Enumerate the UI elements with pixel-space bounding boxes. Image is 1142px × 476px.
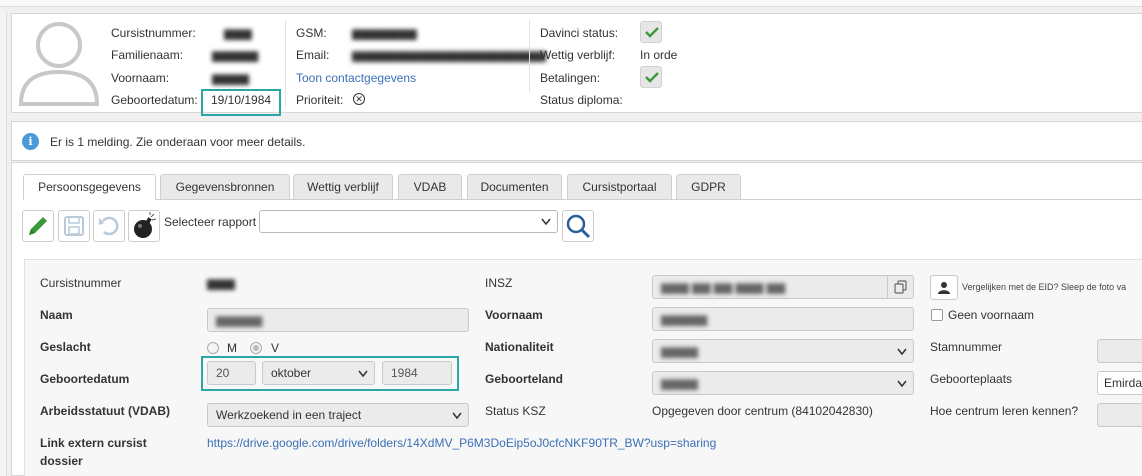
label-stamnummer: Stamnummer bbox=[930, 340, 1003, 354]
header-divider bbox=[529, 20, 530, 92]
header-divider bbox=[285, 20, 286, 106]
label-cursistnummer: Cursistnummer: bbox=[111, 26, 196, 40]
geslacht-radio-v[interactable] bbox=[250, 342, 262, 354]
value-status-ksz: Opgegeven door centrum (84102042830) bbox=[652, 404, 873, 418]
id-person-icon bbox=[938, 282, 950, 294]
value-gsm-redacted: ▆▆▆▆▆▆▆ bbox=[352, 26, 417, 40]
eid-compare-text: Vergelijken met de EID? Sleep de foto va bbox=[962, 282, 1127, 292]
save-button[interactable] bbox=[58, 210, 90, 242]
geboortedatum-highlight bbox=[201, 89, 281, 116]
chevron-down-icon bbox=[897, 380, 907, 388]
label-status-diploma: Status diploma: bbox=[540, 93, 623, 107]
label-gsm: GSM: bbox=[296, 26, 327, 40]
davinci-check-icon bbox=[640, 21, 662, 43]
edit-button[interactable] bbox=[22, 210, 54, 242]
value-email-redacted: ▆▆▆▆▆▆▆▆▆▆▆▆▆▆▆▆▆▆▆▆▆ bbox=[352, 48, 546, 62]
tab-vdab[interactable]: VDAB bbox=[398, 174, 462, 200]
label-wettig-verblijf: Wettig verblijf: bbox=[540, 48, 616, 62]
rapport-select[interactable] bbox=[259, 210, 558, 233]
label-geboorteland: Geboorteland bbox=[485, 372, 564, 386]
centrum-leren-kennen-input[interactable] bbox=[1097, 403, 1142, 427]
floppy-disk-icon bbox=[64, 216, 84, 236]
geslacht-label-v: V bbox=[271, 341, 280, 355]
tab-cursistportaal[interactable]: Cursistportaal bbox=[567, 174, 672, 200]
value-wettig-verblijf: In orde bbox=[640, 48, 678, 62]
label-voornaam-form: Voornaam bbox=[485, 308, 543, 322]
eid-compare-button[interactable] bbox=[930, 275, 958, 300]
label-geen-voornaam: Geen voornaam bbox=[948, 308, 1035, 322]
label-voornaam: Voornaam: bbox=[111, 71, 170, 85]
copy-button[interactable] bbox=[887, 276, 913, 298]
chevron-down-icon bbox=[541, 218, 551, 226]
stamnummer-input[interactable] bbox=[1097, 339, 1142, 363]
info-icon: i bbox=[22, 133, 39, 150]
pencil-icon bbox=[29, 217, 47, 235]
search-button[interactable] bbox=[562, 210, 594, 242]
arbeidsstatuut-select[interactable]: Werkzoekend in een traject bbox=[207, 403, 469, 427]
label-geslacht: Geslacht bbox=[40, 340, 91, 354]
chevron-down-icon bbox=[452, 412, 462, 420]
label-email: Email: bbox=[296, 48, 330, 62]
bomb-icon bbox=[134, 212, 157, 238]
label-centrum-leren-kennen: Hoe centrum leren kennen? bbox=[930, 404, 1079, 418]
geen-voornaam-checkbox[interactable] bbox=[931, 309, 943, 321]
tab-wettig-verblijf[interactable]: Wettig verblijf bbox=[293, 174, 393, 200]
arbeidsstatuut-value: Werkzoekend in een traject bbox=[216, 408, 362, 422]
geboortedatum-form-highlight bbox=[201, 356, 459, 391]
copy-icon bbox=[894, 280, 907, 294]
label-link-extern-1: Link extern cursist bbox=[40, 436, 147, 450]
value-cursistnummer-redacted: ▆▆▆ bbox=[224, 26, 252, 40]
label-link-extern-2: dossier bbox=[40, 454, 83, 468]
tab-gdpr[interactable]: GDPR bbox=[676, 174, 741, 200]
label-geboortedatum: Geboortedatum: bbox=[111, 93, 198, 107]
circle-x-icon: ✕ bbox=[353, 93, 365, 105]
undo-icon bbox=[99, 216, 119, 236]
label-geboortedatum-form: Geboortedatum bbox=[40, 372, 130, 386]
label-cursistnummer-form: Cursistnummer bbox=[40, 276, 122, 290]
label-nationaliteit: Nationaliteit bbox=[485, 340, 554, 354]
label-arbeidsstatuut: Arbeidsstatuut (VDAB) bbox=[40, 404, 171, 418]
avatar-placeholder-icon bbox=[18, 22, 100, 106]
geboorteland-select[interactable]: ▆▆▆▆ bbox=[652, 371, 914, 395]
left-gutter bbox=[0, 12, 7, 476]
voornaam-input[interactable]: ▆▆▆▆▆ bbox=[652, 307, 914, 331]
label-prioriteit: Prioriteit: bbox=[296, 93, 344, 107]
search-icon bbox=[566, 214, 591, 239]
value-familienaam-redacted: ▆▆▆▆▆ bbox=[212, 48, 259, 62]
label-familienaam: Familienaam: bbox=[111, 48, 184, 62]
delete-button[interactable] bbox=[128, 210, 160, 242]
label-betalingen: Betalingen: bbox=[540, 71, 601, 85]
nationaliteit-select[interactable]: ▆▆▆▆ bbox=[652, 339, 914, 363]
notification-text: Er is 1 melding. Zie onderaan voor meer … bbox=[50, 135, 306, 149]
undo-button[interactable] bbox=[93, 210, 125, 242]
top-strip bbox=[0, 0, 1142, 7]
label-geboorteplaats: Geboorteplaats bbox=[930, 372, 1013, 386]
tab-documenten[interactable]: Documenten bbox=[467, 174, 562, 200]
insz-input[interactable]: ▆▆▆ ▆▆ ▆▆ ▆▆▆ ▆▆ bbox=[652, 275, 914, 299]
geslacht-radio-m[interactable] bbox=[207, 342, 219, 354]
label-davinci-status: Davinci status: bbox=[540, 26, 619, 40]
tab-persoonsgegevens[interactable]: Persoonsgegevens bbox=[23, 174, 156, 200]
extern-dossier-link[interactable]: https://drive.google.com/drive/folders/1… bbox=[207, 436, 716, 450]
label-naam: Naam bbox=[40, 308, 73, 322]
rapport-label: Selecteer rapport bbox=[164, 215, 257, 229]
betalingen-check-icon bbox=[640, 66, 662, 88]
label-insz: INSZ bbox=[485, 276, 513, 290]
show-contact-link[interactable]: Toon contactgegevens bbox=[296, 71, 416, 85]
value-voornaam-redacted: ▆▆▆▆ bbox=[212, 71, 249, 85]
geboorteplaats-input[interactable]: Emirda bbox=[1097, 371, 1142, 395]
geslacht-label-m: M bbox=[227, 341, 237, 355]
tab-gegevensbronnen[interactable]: Gegevensbronnen bbox=[160, 174, 290, 200]
value-cursistnummer-form-redacted: ▆▆▆ bbox=[207, 276, 235, 290]
naam-input[interactable]: ▆▆▆▆▆ bbox=[207, 308, 469, 332]
label-status-ksz: Status KSZ bbox=[485, 404, 546, 418]
chevron-down-icon bbox=[897, 348, 907, 356]
